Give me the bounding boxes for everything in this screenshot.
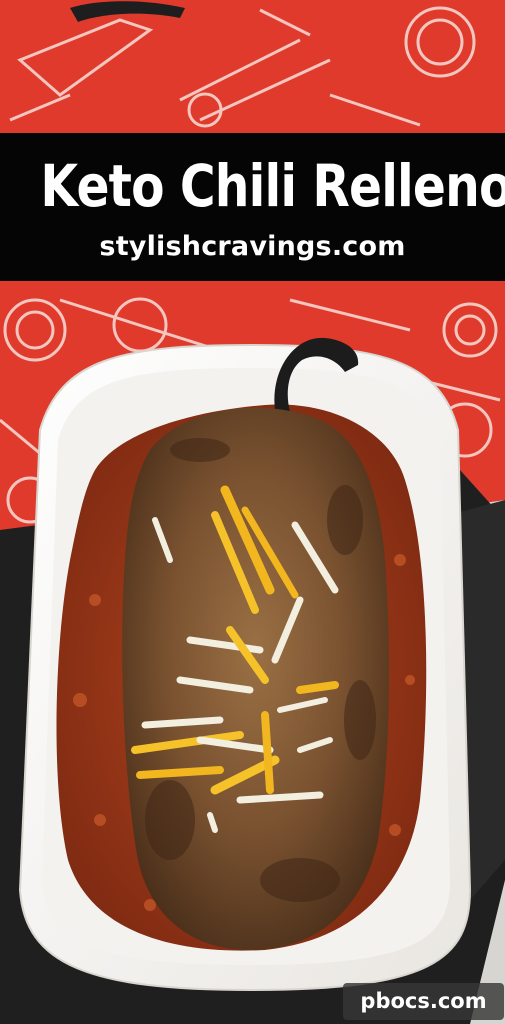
- watermark-badge: pbocs.com: [343, 983, 504, 1020]
- site-name: stylishcravings.com: [99, 231, 406, 262]
- watermark-text: pbocs.com: [360, 989, 487, 1013]
- recipe-title: Keto Chili Relleno: [40, 152, 505, 220]
- red-napkin-top: [0, 0, 505, 133]
